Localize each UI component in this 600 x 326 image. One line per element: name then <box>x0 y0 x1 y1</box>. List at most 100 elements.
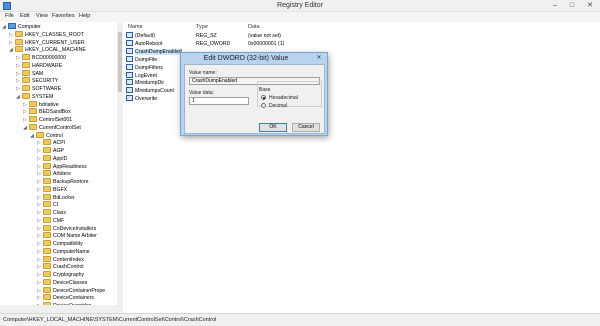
tree-item-label: HKEY_CLASSES_ROOT <box>25 31 84 38</box>
tree-item-label: BitLocker <box>53 194 75 201</box>
registry-tree[interactable]: ◢ Computer ▷ HKEY_CLASSES_ROOT ▷ HKEY_CURRENT… <box>0 22 123 313</box>
close-button[interactable]: ✕ <box>583 1 597 10</box>
title-bar: Registry Editor – □ ✕ <box>0 0 600 12</box>
folder-icon <box>43 170 51 177</box>
folder-icon <box>43 201 51 208</box>
value-data-field[interactable] <box>189 97 249 105</box>
registry-value-icon <box>126 32 133 38</box>
tree-item-label: CurrentControlSet <box>39 124 81 131</box>
maximize-button[interactable]: □ <box>565 1 579 10</box>
tree-item-label: ComputerName <box>53 248 90 255</box>
tree-item-label: ControlSet001 <box>39 117 73 123</box>
tree-item-label: Arbiters <box>53 171 71 178</box>
tree-item-label: SYSTEM <box>32 93 54 100</box>
value-data-label: Value data: <box>189 90 214 96</box>
menu-bar: File Edit View Favorites Help <box>0 12 600 22</box>
folder-icon <box>43 232 51 239</box>
registry-value-icon <box>126 47 133 54</box>
registry-value-icon <box>126 55 133 62</box>
folder-icon <box>43 154 51 161</box>
menu-file[interactable]: File <box>5 13 14 19</box>
folder-icon <box>29 100 37 107</box>
column-header-type[interactable]: Type <box>196 24 208 30</box>
value-row[interactable]: Overwrite <box>126 95 157 103</box>
cancel-button[interactable]: Cancel <box>292 123 320 132</box>
value-row[interactable]: CrashDumpEnabled <box>126 47 182 56</box>
hexadecimal-label: Hexadecimal <box>269 95 298 101</box>
tree-item-label: BEDSandBox <box>39 109 71 116</box>
tree-item-label: Control <box>46 132 63 139</box>
dialog-close-button[interactable]: ✕ <box>313 54 325 62</box>
menu-edit[interactable]: Edit <box>20 13 29 19</box>
value-row[interactable]: MinidumpsCount <box>126 87 174 95</box>
decimal-radio[interactable] <box>261 103 266 108</box>
tree-item-label: AppReadiness <box>53 163 87 170</box>
tree-item-label: Cryptography <box>53 272 85 278</box>
registry-value-icon <box>126 79 133 86</box>
window-title: Registry Editor <box>277 2 323 9</box>
folder-icon <box>43 255 51 262</box>
scrollbar-thumb[interactable] <box>118 32 122 92</box>
column-header-name[interactable]: Name <box>128 24 143 30</box>
tree-item-label: CI <box>53 202 59 209</box>
folder-icon <box>43 147 51 153</box>
value-row[interactable]: (Default) REG_SZ (value not set) <box>126 32 281 40</box>
value-name-label: Value name: <box>189 70 217 76</box>
folder-icon <box>15 46 23 53</box>
folder-icon <box>43 294 51 301</box>
value-data: (value not set) <box>248 33 281 39</box>
value-row[interactable]: MinidumpDir <box>126 79 164 87</box>
tree-item-label: BackupRestore <box>53 179 89 185</box>
value-name: AutoReboot <box>135 40 163 47</box>
value-row[interactable]: AutoReboot REG_DWORD 0x00000001 (1) <box>126 39 284 48</box>
dialog-title: Edit DWORD (32-bit) Value <box>203 55 289 62</box>
folder-icon <box>43 162 51 169</box>
value-row[interactable]: LogEvent <box>126 71 157 80</box>
base-label: Base <box>259 87 271 93</box>
tree-item-label: BCD00000000 <box>32 55 67 61</box>
tree-vertical-scrollbar[interactable] <box>117 22 123 313</box>
menu-help[interactable]: Help <box>79 13 90 19</box>
tree-item-label: CoDeviceInstallers <box>53 225 97 232</box>
folder-icon <box>22 54 30 60</box>
menu-favorites[interactable]: Favorites <box>52 13 75 19</box>
tree-item-label: ContentIndex <box>53 256 84 263</box>
folder-icon <box>22 77 30 84</box>
tree-item-label: SECURITY <box>32 78 59 85</box>
tree-item-label: AppID <box>53 155 68 162</box>
value-name: MinidumpDir <box>135 80 165 87</box>
column-header-data[interactable]: Data <box>248 24 260 30</box>
value-row[interactable]: DumpFile <box>126 55 157 64</box>
registry-value-icon <box>126 39 133 46</box>
folder-icon <box>43 224 51 231</box>
tree-item-label: CrashControl <box>53 264 84 271</box>
folder-icon <box>22 69 30 76</box>
ok-button[interactable]: OK <box>259 123 287 132</box>
tree-item-label: Compatibility <box>53 241 83 247</box>
status-bar: Computer\HKEY_LOCAL_MACHINE\SYSTEM\Curre… <box>0 313 600 326</box>
folder-icon <box>43 278 51 285</box>
tree-item-label: DeviceContainers <box>53 295 94 302</box>
folder-icon <box>43 139 51 146</box>
folder-icon <box>43 286 51 293</box>
value-name: MinidumpsCount <box>135 88 174 95</box>
folder-icon <box>15 30 23 37</box>
tree-item-label: BGFX <box>53 186 68 193</box>
hexadecimal-radio[interactable] <box>261 95 266 100</box>
value-type: REG_DWORD <box>196 40 231 47</box>
tree-item-label: HARDWARE <box>32 62 63 69</box>
tree-horizontal-scrollbar[interactable] <box>0 305 117 313</box>
dialog-body: Value name: Value data: Base Hexadecimal… <box>184 64 325 134</box>
minimize-button[interactable]: – <box>548 1 562 10</box>
tree-item-label: ACPI <box>53 140 66 147</box>
tree-item-label: SOFTWARE <box>32 86 62 92</box>
folder-icon <box>22 61 30 68</box>
folder-icon <box>43 247 51 254</box>
tree-item-label: COM Name Arbiter <box>53 233 97 240</box>
decimal-label: Decimal <box>269 103 288 109</box>
registry-value-icon <box>126 63 133 70</box>
value-row[interactable]: DumpFilters <box>126 63 163 72</box>
folder-icon <box>15 38 23 45</box>
folder-icon <box>43 216 51 223</box>
menu-view[interactable]: View <box>36 13 48 19</box>
